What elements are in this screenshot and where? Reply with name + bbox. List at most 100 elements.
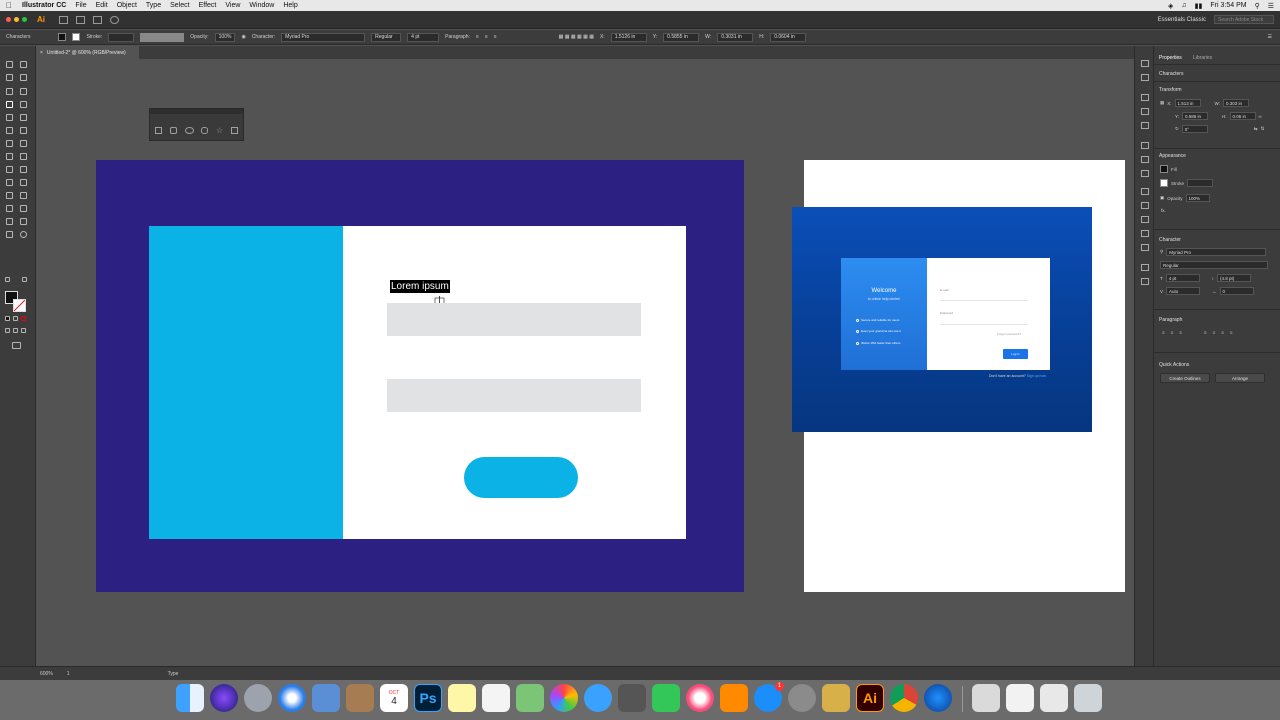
rotate-field[interactable]: 0° (1181, 125, 1208, 133)
align-center-icon[interactable]: ≡ (1171, 330, 1174, 335)
shaper-tool-icon[interactable] (6, 127, 13, 134)
column-graph-tool-icon[interactable] (20, 205, 27, 212)
curvature-tool-icon[interactable] (20, 88, 27, 95)
apple-menu-icon[interactable]:  (6, 1, 12, 10)
arrange-button[interactable]: Arrange (1215, 373, 1265, 383)
appearance-fill-swatch[interactable] (1160, 165, 1168, 173)
system-preferences-icon[interactable] (788, 684, 816, 712)
document-stack-icon[interactable] (1006, 684, 1034, 712)
battery-icon[interactable]: ▮▮ (1195, 2, 1203, 10)
lasso-tool-icon[interactable] (20, 74, 27, 81)
character-label[interactable]: Character: (252, 34, 275, 40)
close-tab-icon[interactable]: × (40, 50, 43, 56)
email-field-placeholder[interactable] (387, 303, 641, 336)
artboard-tool-icon[interactable] (6, 218, 13, 225)
symbol-sprayer-tool-icon[interactable] (6, 205, 13, 212)
line-tool-icon[interactable] (20, 101, 27, 108)
fx-icon[interactable]: fx. (1161, 208, 1166, 213)
stroke-swatch[interactable] (72, 33, 81, 41)
stroke-weight-field[interactable] (108, 32, 135, 42)
rotate-tool-icon[interactable] (6, 140, 13, 147)
hand-tool-icon[interactable] (6, 231, 13, 238)
photoshop-icon[interactable]: Ps (414, 684, 442, 712)
stroke-panel-icon[interactable] (1141, 188, 1149, 195)
menu-edit[interactable]: Edit (96, 2, 108, 9)
menu-view[interactable]: View (225, 2, 240, 9)
current-tool-readout[interactable]: Type (168, 671, 179, 677)
recolor-icon[interactable]: ◉ (241, 34, 245, 40)
transform-icon[interactable] (1141, 170, 1149, 177)
volume-icon[interactable]: ♫ (1181, 2, 1186, 9)
artboards-icon[interactable] (1141, 278, 1149, 285)
font-family-field[interactable]: Myriad Pro (281, 32, 366, 42)
opacity-field[interactable]: 100% (1185, 194, 1210, 202)
shape-builder-tool-icon[interactable] (6, 166, 13, 173)
free-transform-tool-icon[interactable] (20, 153, 27, 160)
slice-tool-icon[interactable] (20, 218, 27, 225)
type-tool-icon[interactable] (6, 101, 13, 108)
swatches-icon[interactable] (1141, 108, 1149, 115)
pathfinder-icon[interactable] (1141, 156, 1149, 163)
facetime-icon[interactable] (652, 684, 680, 712)
menu-select[interactable]: Select (170, 2, 189, 9)
kerning-field[interactable]: Auto (1166, 287, 1201, 295)
opacity-field[interactable]: 100% (214, 32, 236, 42)
draw-normal-icon[interactable] (5, 328, 10, 333)
magic-wand-tool-icon[interactable] (6, 74, 13, 81)
artboard-navigator-field[interactable]: 1 (67, 671, 70, 677)
itunes-icon[interactable] (686, 684, 714, 712)
justify-left-icon[interactable]: ≡ (1204, 330, 1207, 335)
illustrator-icon[interactable]: Ai (856, 684, 884, 712)
graphic-styles-icon[interactable] (1141, 244, 1149, 251)
menu-app-name[interactable]: Illustrator CC (22, 2, 66, 9)
eraser-tool-icon[interactable] (20, 127, 27, 134)
justify-center-icon[interactable]: ≡ (1213, 330, 1216, 335)
zoom-tool-icon[interactable] (20, 231, 27, 238)
tab-properties[interactable]: Properties (1159, 55, 1182, 61)
layers-icon[interactable] (1141, 60, 1149, 67)
font-style-field[interactable]: Regular (1160, 261, 1268, 269)
mesh-tool-icon[interactable] (20, 179, 27, 186)
opacity-label[interactable]: Opacity (1167, 196, 1182, 201)
stroke-label[interactable]: Stroke: (86, 34, 102, 40)
login-button-shape[interactable] (464, 457, 578, 498)
selection-tool-icon[interactable] (6, 61, 13, 68)
notification-center-icon[interactable]: ☰ (1268, 2, 1274, 10)
align-center-icon[interactable]: ≡ (485, 34, 488, 40)
menu-effect[interactable]: Effect (199, 2, 217, 9)
star-tool-icon[interactable]: ☆ (216, 127, 223, 135)
align-left-icon[interactable]: ≡ (1162, 330, 1165, 335)
ibooks-icon[interactable] (720, 684, 748, 712)
w-field[interactable]: 0.3031 in (717, 32, 754, 42)
wifi-icon[interactable]: ◈ (1168, 2, 1173, 10)
none-mode-icon[interactable] (21, 316, 26, 321)
stock-icon[interactable] (76, 15, 85, 24)
stroke-weight-field[interactable] (1187, 179, 1214, 187)
arrange-documents-icon[interactable] (93, 15, 102, 24)
reference-point-icon[interactable]: ▦ (1160, 100, 1164, 106)
downloads-stack-icon[interactable] (972, 684, 1000, 712)
launchpad-icon[interactable] (244, 684, 272, 712)
menubar-clock[interactable]: Fri 3:54 PM (1210, 2, 1246, 9)
stock-search-input[interactable]: Search Adobe Stock (1214, 15, 1274, 24)
selected-text-lorem-ipsum[interactable]: Lorem ipsum (390, 280, 450, 293)
gpu-performance-icon[interactable] (110, 15, 119, 24)
safari-icon[interactable] (278, 684, 306, 712)
draw-inside-icon[interactable] (21, 328, 26, 333)
paragraph-label[interactable]: Paragraph: (445, 34, 470, 40)
gradient-mode-icon[interactable] (13, 316, 18, 321)
zoom-level-field[interactable]: 600% (40, 671, 53, 677)
blend-tool-icon[interactable] (20, 192, 27, 199)
y-field[interactable]: 0.5855 in (663, 32, 700, 42)
archive-utility-icon[interactable] (822, 684, 850, 712)
transparency-icon[interactable] (1141, 216, 1149, 223)
font-style-field[interactable]: Regular (371, 32, 402, 42)
menu-window[interactable]: Window (249, 2, 274, 9)
menu-type[interactable]: Type (146, 2, 161, 9)
font-family-field[interactable]: Myriad Pro (1166, 248, 1267, 256)
x-field[interactable]: 1.5126 in (610, 32, 647, 42)
calendar-icon[interactable]: OCT 4 (380, 684, 408, 712)
zoom-window-icon[interactable] (22, 17, 27, 22)
mail-icon[interactable] (312, 684, 340, 712)
ellipse-tool-icon[interactable] (185, 127, 194, 134)
